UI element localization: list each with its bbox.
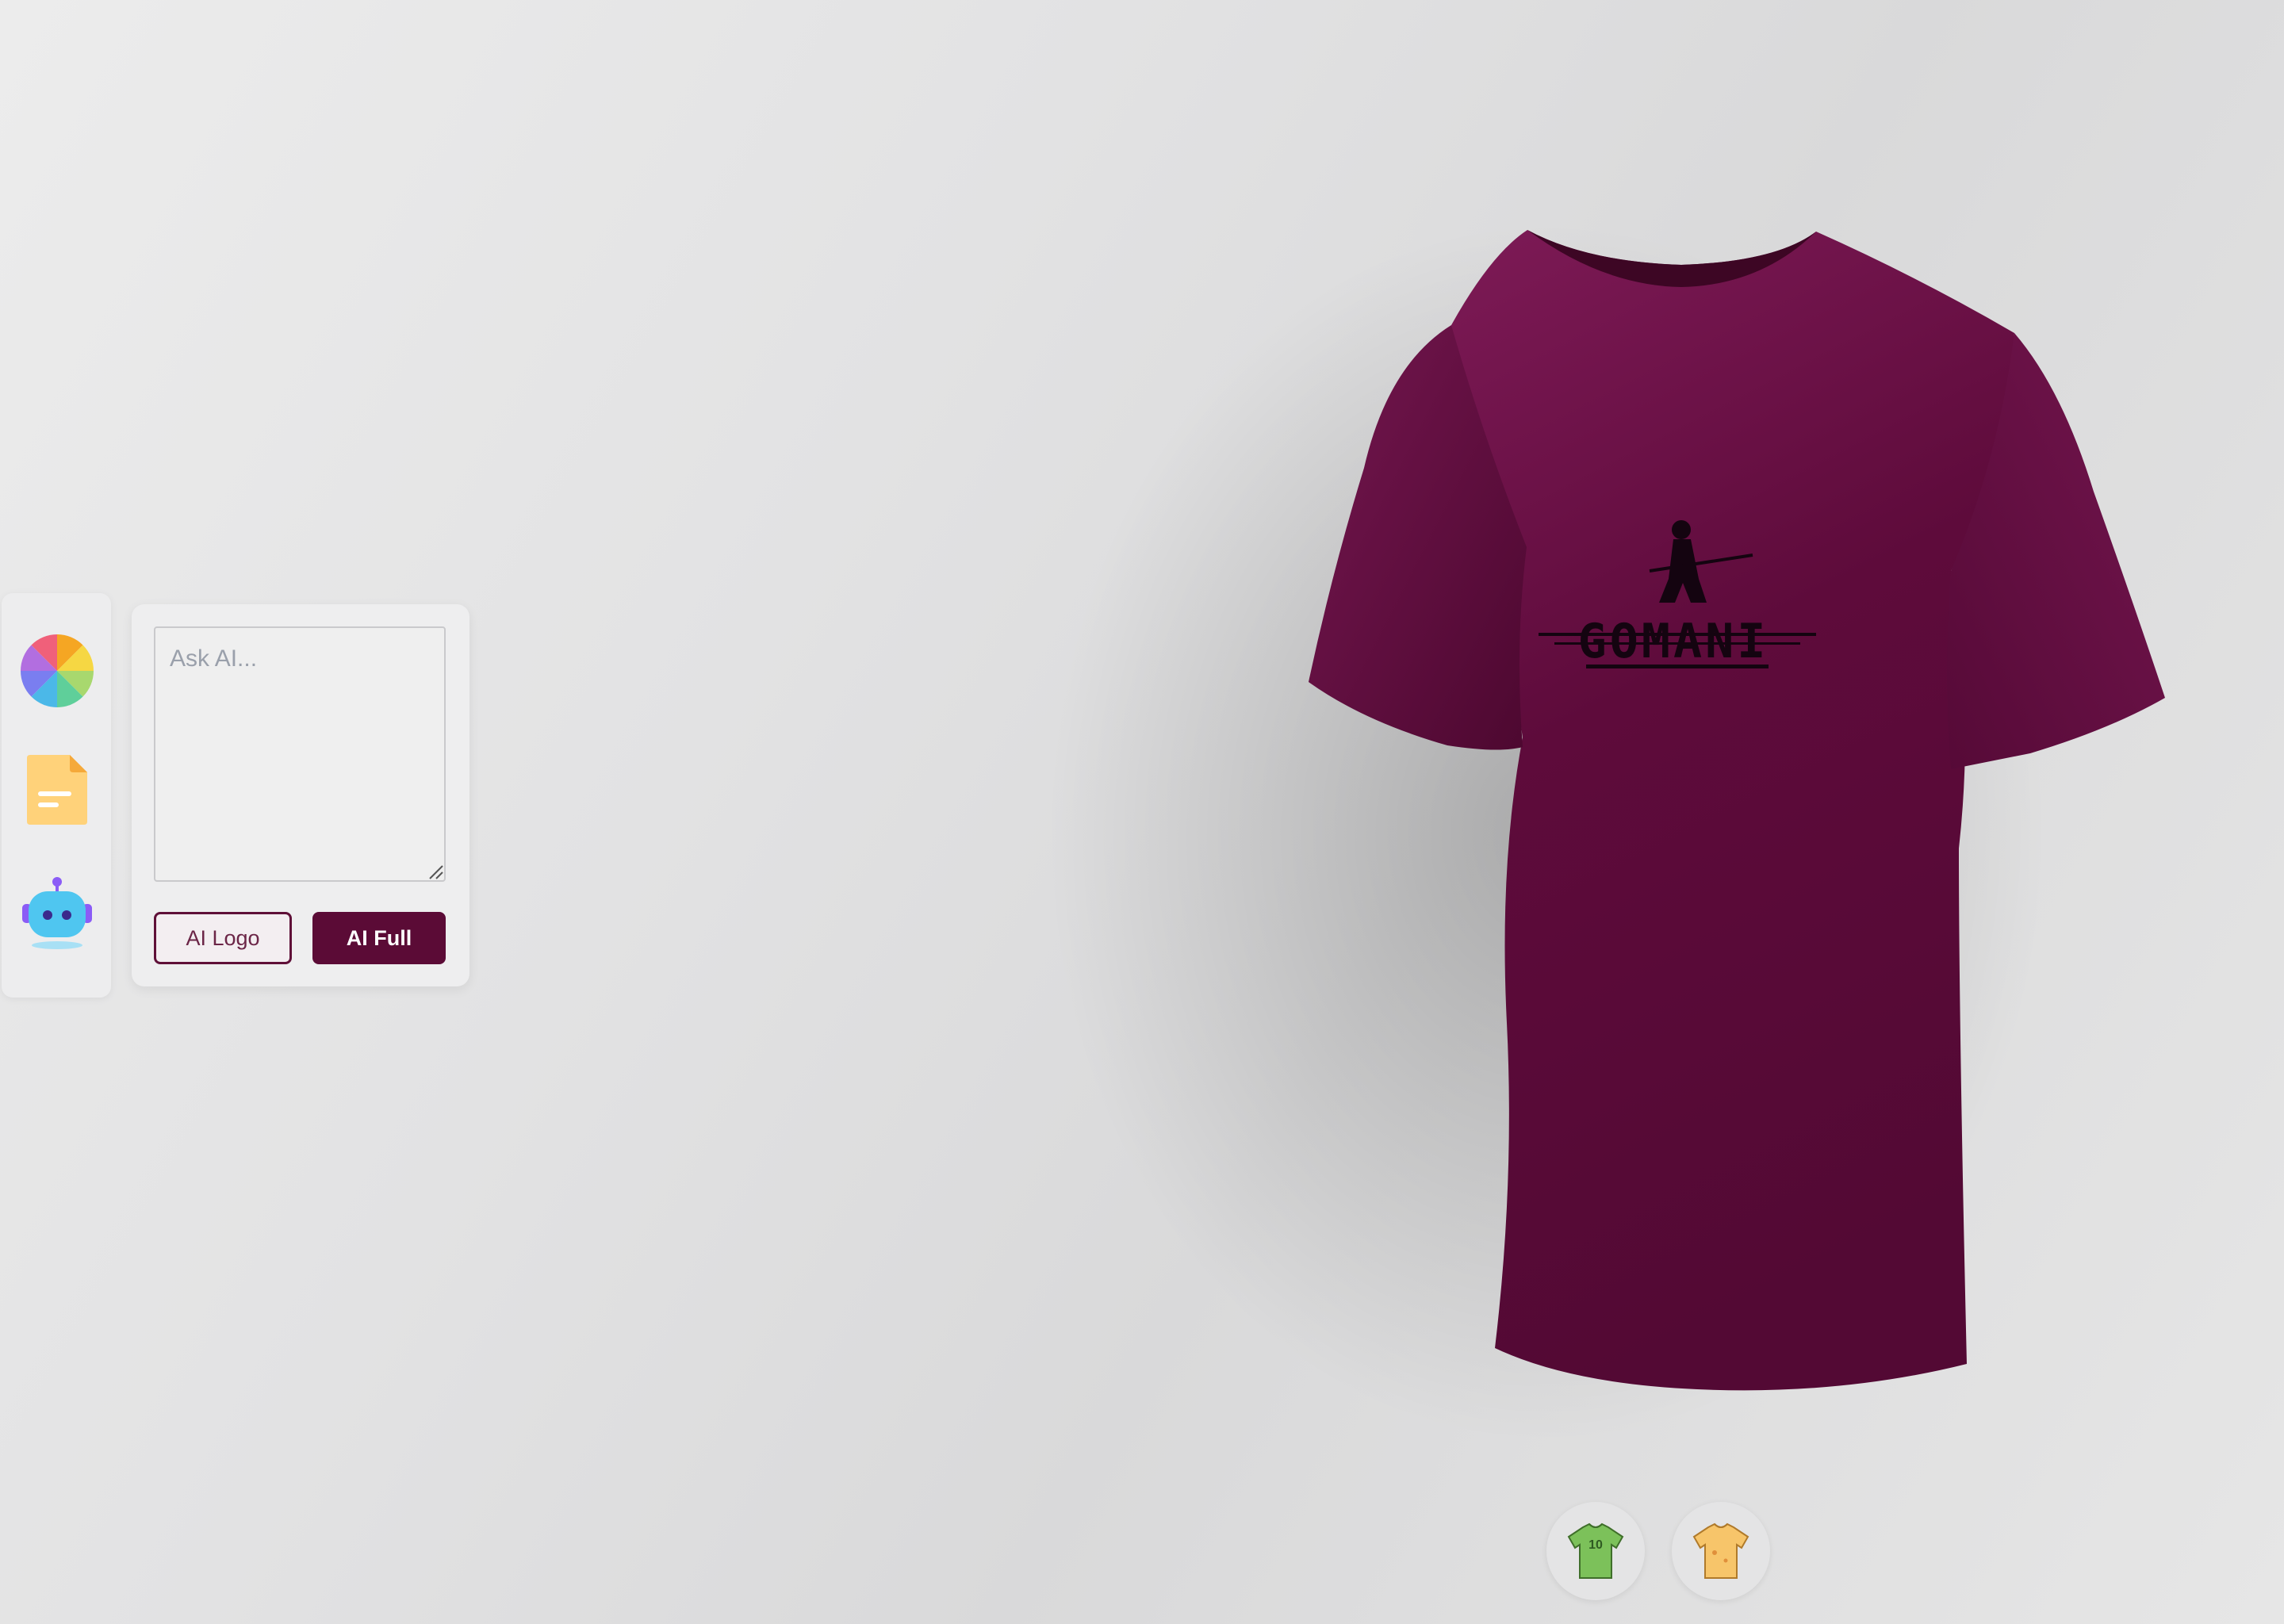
tool-sidebar: [2, 593, 111, 998]
shirt-logo-text: GOMANI: [1577, 614, 1769, 669]
jersey-number: 10: [1588, 1538, 1603, 1552]
ai-prompt-panel: AI Logo AI Full: [132, 604, 469, 986]
ai-assistant-button[interactable]: [19, 875, 95, 952]
robot-icon: [22, 877, 92, 949]
tshirt-product-button[interactable]: [1672, 1502, 1770, 1600]
file-icon: [27, 755, 87, 825]
ai-full-button[interactable]: AI Full: [312, 912, 446, 964]
jersey-product-button[interactable]: 10: [1546, 1502, 1645, 1600]
color-wheel-icon: [21, 634, 94, 707]
tshirt-icon: [1692, 1522, 1749, 1579]
ai-logo-button[interactable]: AI Logo: [154, 912, 292, 964]
color-picker-button[interactable]: [19, 633, 95, 709]
resize-grip-icon[interactable]: [427, 863, 444, 880]
file-upload-button[interactable]: [19, 752, 95, 828]
ask-ai-input[interactable]: [154, 626, 446, 882]
tshirt-model: [1309, 230, 2165, 1391]
tshirt-3d-preview[interactable]: GOMANI: [1126, 230, 2173, 1404]
